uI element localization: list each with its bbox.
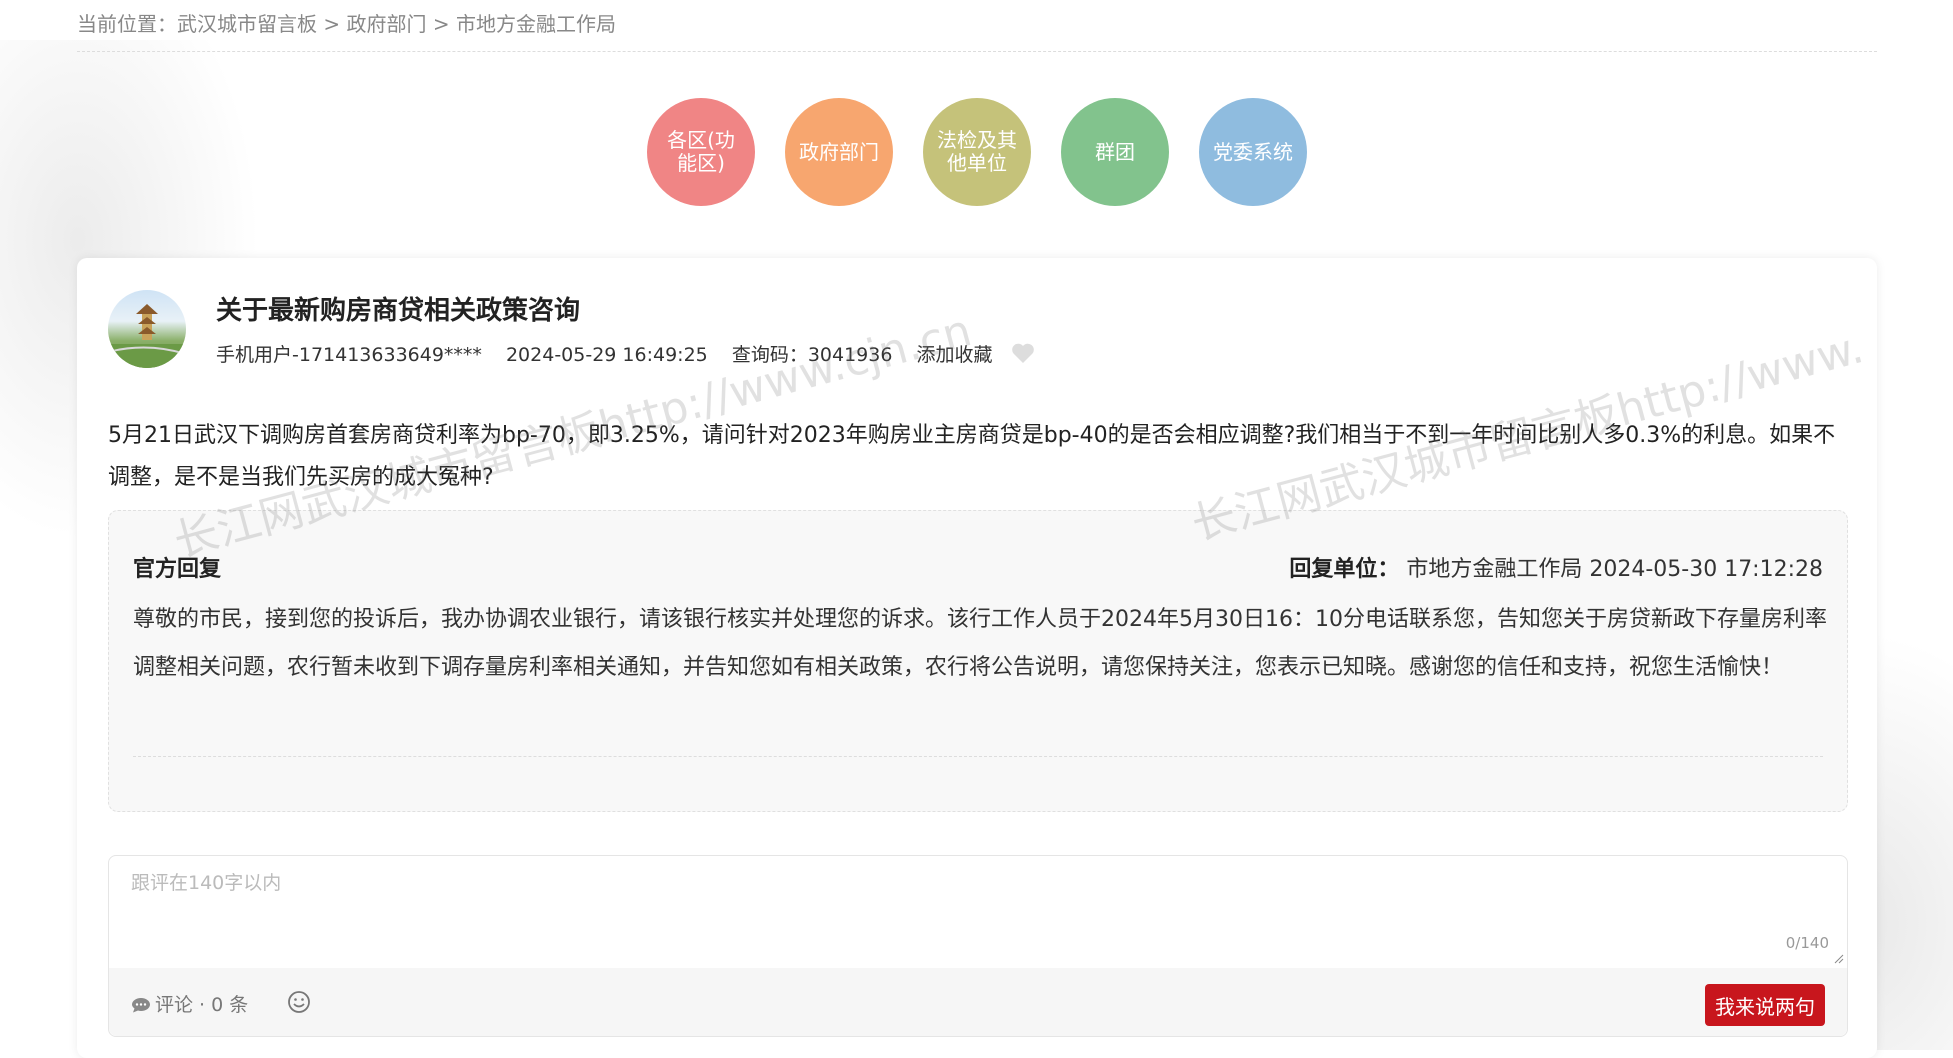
user-avatar (108, 290, 186, 368)
breadcrumb-item-message-board[interactable]: 武汉城市留言板 (177, 12, 317, 36)
heart-icon[interactable] (1011, 342, 1035, 369)
comment-footer: 评论 · 0 条 我来说两句 (109, 968, 1847, 1036)
reply-content: 尊敬的市民，接到您的投诉后，我办协调农业银行，请该银行核实并处理您的诉求。该行工… (133, 607, 1827, 680)
category-label: 法检及其他单位 (937, 128, 1017, 175)
add-favorite-link[interactable]: 添加收藏 (916, 344, 992, 366)
breadcrumb-separator: > (317, 12, 347, 36)
category-judicial-button[interactable]: 法检及其他单位 (923, 98, 1031, 206)
breadcrumb-item-finance-bureau[interactable]: 市地方金融工作局 (456, 12, 616, 36)
breadcrumb: 当前位置：武汉城市留言板 > 政府部门 > 市地方金融工作局 (77, 8, 616, 37)
category-label: 各区(功能区) (667, 128, 735, 175)
resize-handle-icon[interactable] (1834, 954, 1844, 964)
comment-char-counter: 0/140 (1785, 934, 1829, 952)
official-reply: 官方回复 回复单位： 市地方金融工作局 2024-05-30 17:12:28 … (108, 510, 1848, 812)
reply-time: 2024-05-30 17:12:28 (1589, 557, 1823, 582)
breadcrumb-prefix: 当前位置： (77, 12, 177, 36)
reply-label: 官方回复 (133, 557, 222, 582)
category-label: 群团 (1095, 139, 1135, 164)
category-party-committee-button[interactable]: 党委系统 (1199, 98, 1307, 206)
category-district-button[interactable]: 各区(功能区) (647, 98, 755, 206)
comment-input[interactable] (109, 856, 1847, 966)
comment-count-link[interactable]: 评论 · 0 条 (131, 990, 248, 1017)
emoji-icon[interactable] (287, 990, 311, 1018)
submit-comment-button[interactable]: 我来说两句 (1705, 984, 1825, 1026)
post-meta: 手机用户-171413633649**** 2024-05-29 16:49:2… (216, 340, 1053, 369)
reply-unit-info: 回复单位： 市地方金融工作局 2024-05-30 17:12:28 (1289, 551, 1823, 583)
post-query-code: 查询码：3041936 (731, 344, 893, 366)
category-label: 政府部门 (799, 139, 879, 164)
comment-count-label: 评论 · 0 条 (155, 994, 249, 1016)
post-time: 2024-05-29 16:49:25 (505, 344, 708, 366)
category-government-button[interactable]: 政府部门 (785, 98, 893, 206)
post-user: 手机用户-171413633649**** (216, 344, 482, 366)
reply-divider (133, 756, 1823, 757)
comment-bubble-icon (132, 998, 150, 1013)
category-mass-organization-button[interactable]: 群团 (1061, 98, 1169, 206)
tower-icon (108, 304, 186, 368)
breadcrumb-divider (77, 51, 1877, 52)
breadcrumb-separator: > (426, 12, 456, 36)
breadcrumb-item-government[interactable]: 政府部门 (346, 12, 426, 36)
comment-box: 0/140 评论 · 0 条 我来说两句 (108, 855, 1848, 1037)
reply-header: 官方回复 回复单位： 市地方金融工作局 2024-05-30 17:12:28 (133, 551, 1823, 583)
post-title: 关于最新购房商贷相关政策咨询 (216, 296, 581, 326)
reply-unit-label: 回复单位： (1289, 557, 1400, 582)
category-label: 党委系统 (1213, 139, 1293, 164)
post-content: 5月21日武汉下调购房首套房商贷利率为bp-70，即3.25%，请问针对2023… (108, 423, 1836, 490)
reply-unit-name: 市地方金融工作局 (1406, 557, 1583, 582)
